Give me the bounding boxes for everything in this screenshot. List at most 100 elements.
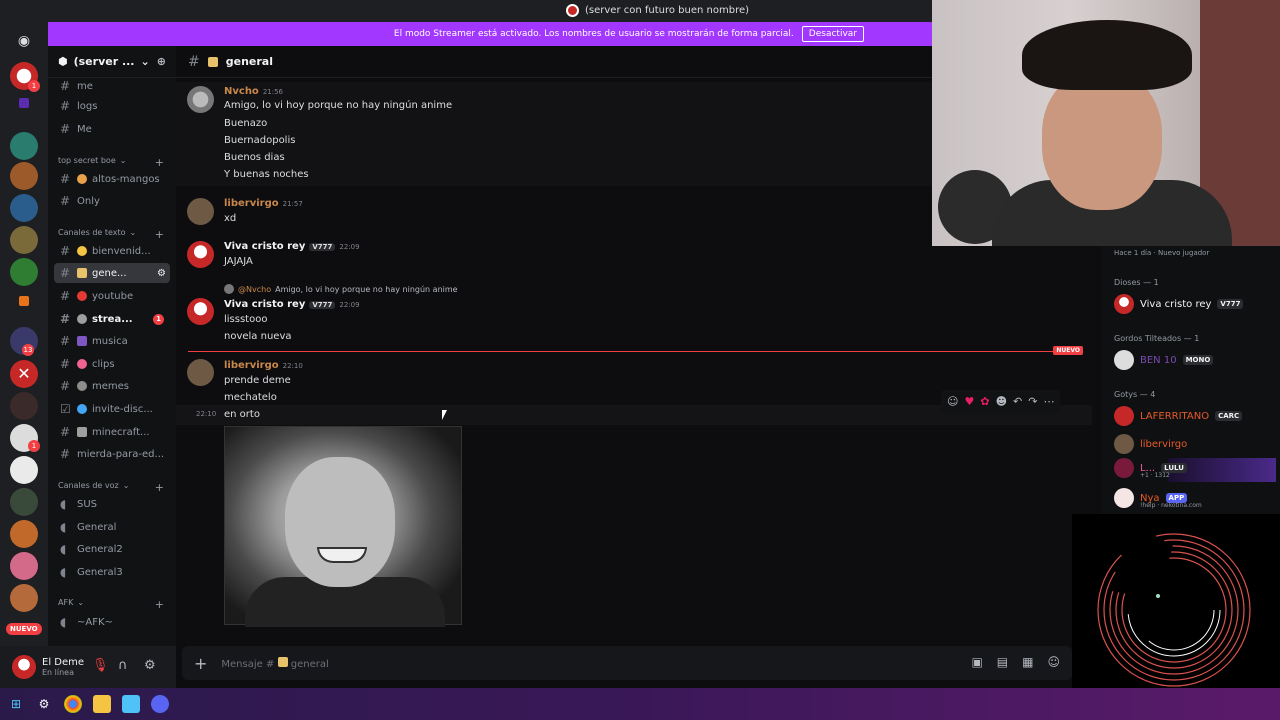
more-icon[interactable]: ⋯ bbox=[1043, 395, 1054, 408]
add-reaction-icon[interactable]: ☻ bbox=[996, 395, 1007, 408]
reply-preview[interactable]: @Nvcho Amigo, lo vi hoy porque no hay nin… bbox=[224, 284, 458, 294]
deactivate-button[interactable]: Desactivar bbox=[801, 26, 864, 42]
server-icon[interactable] bbox=[10, 132, 38, 160]
server-icon[interactable] bbox=[10, 226, 38, 254]
reaction-laugh-icon[interactable]: ☺ bbox=[947, 395, 958, 408]
server-icon[interactable] bbox=[10, 584, 38, 612]
channel-bienvenida[interactable]: # bienvenid... bbox=[54, 241, 170, 261]
voice-general3[interactable]: ◖ General3 bbox=[54, 562, 170, 582]
channel-only[interactable]: # Only bbox=[54, 191, 170, 211]
folder-icon[interactable] bbox=[93, 695, 111, 713]
server-icon[interactable] bbox=[10, 456, 38, 484]
user-info[interactable]: El Deme En línea bbox=[42, 657, 84, 677]
server-icon[interactable] bbox=[10, 488, 38, 516]
gear-icon[interactable]: ⚙ bbox=[157, 268, 166, 279]
server-icon[interactable] bbox=[10, 392, 38, 420]
server-icon[interactable] bbox=[10, 552, 38, 580]
server-icon[interactable] bbox=[10, 258, 38, 286]
nuevo-badge[interactable]: NUEVO bbox=[6, 623, 42, 635]
voice-general2[interactable]: ◖ General2 bbox=[54, 539, 170, 559]
avatar[interactable] bbox=[187, 298, 214, 325]
webcam-person-face bbox=[1042, 70, 1162, 210]
member-item[interactable]: libervirgo bbox=[1114, 434, 1187, 454]
author-name[interactable]: Viva cristo rey bbox=[224, 299, 305, 310]
member-item[interactable]: Viva cristo rey V777 bbox=[1114, 294, 1244, 314]
timestamp: 22:09 bbox=[339, 242, 360, 251]
reaction-heart-icon[interactable]: ♥ bbox=[964, 395, 974, 408]
gif-icon[interactable]: ▤ bbox=[997, 655, 1008, 669]
user-status: En línea bbox=[42, 668, 75, 677]
mute-icon[interactable]: 🎙 bbox=[92, 658, 109, 673]
avatar[interactable] bbox=[187, 241, 214, 268]
gift-icon[interactable]: ▣ bbox=[971, 655, 982, 669]
category-afk[interactable]: AFK ⌄ + bbox=[58, 598, 164, 611]
voice-sus[interactable]: ◖ SUS bbox=[54, 494, 170, 514]
forward-icon[interactable]: ↷ bbox=[1028, 395, 1037, 408]
add-user-icon[interactable]: ⊕ bbox=[157, 55, 166, 68]
server-header[interactable]: ⬢ (server ... ⌄ ⊕ bbox=[48, 46, 176, 78]
author-name[interactable]: libervirgo bbox=[224, 360, 279, 371]
category-text[interactable]: Canales de texto ⌄ + bbox=[58, 228, 164, 241]
plus-icon[interactable]: + bbox=[155, 228, 164, 241]
author-name[interactable]: Nvcho bbox=[224, 86, 259, 97]
plus-icon[interactable]: + bbox=[155, 481, 164, 494]
hint-badge: Nuevo jugador bbox=[1157, 249, 1210, 257]
channel-general[interactable]: # gene... ⚙ bbox=[54, 263, 170, 283]
member-group-header: Dioses — 1 bbox=[1114, 278, 1159, 287]
member-item[interactable]: Nya APP !help · nekotina.com bbox=[1114, 488, 1202, 509]
folder-icon[interactable] bbox=[19, 296, 29, 306]
chrome-icon[interactable] bbox=[64, 695, 82, 713]
channel-memes[interactable]: # memes bbox=[54, 376, 170, 396]
discord-icon[interactable] bbox=[151, 695, 169, 713]
channel-logs[interactable]: # logs bbox=[54, 96, 170, 116]
close-icon[interactable]: ✕ bbox=[10, 360, 38, 388]
message-composer[interactable]: + Mensaje # general ▣ ▤ ▦ ☺ bbox=[182, 646, 1072, 680]
sticker-icon[interactable]: ▦ bbox=[1022, 655, 1033, 669]
plus-icon[interactable]: + bbox=[155, 156, 164, 169]
voice-general[interactable]: ◖ General bbox=[54, 517, 170, 537]
reply-icon[interactable]: ↶ bbox=[1013, 395, 1022, 408]
plus-icon[interactable]: + bbox=[155, 598, 164, 611]
notepad-icon[interactable] bbox=[122, 695, 140, 713]
scroll-icon bbox=[207, 56, 218, 67]
emoji-icon[interactable]: ☺ bbox=[1047, 655, 1060, 669]
channel-clips[interactable]: # clips bbox=[54, 354, 170, 374]
channel-me[interactable]: # me bbox=[54, 76, 170, 96]
reaction-emoji-icon[interactable]: ✿ bbox=[980, 395, 989, 408]
server-icon[interactable] bbox=[10, 194, 38, 222]
member-item[interactable]: BEN 10 MONO bbox=[1114, 350, 1214, 370]
channel-invite[interactable]: ☑ invite-disc... bbox=[54, 399, 170, 419]
member-item[interactable]: LAFERRITANO CARC bbox=[1114, 406, 1243, 426]
gif-attachment[interactable] bbox=[224, 426, 462, 627]
windows-icon[interactable]: ⊞ bbox=[7, 695, 25, 713]
composer-placeholder[interactable]: Mensaje # general bbox=[221, 656, 329, 670]
channel-stream[interactable]: # strea... 1 bbox=[54, 309, 170, 329]
gear-icon[interactable]: ⚙ bbox=[144, 658, 156, 673]
server-icon[interactable] bbox=[10, 520, 38, 548]
plus-icon[interactable]: + bbox=[194, 654, 207, 673]
hash-icon: # bbox=[60, 266, 71, 280]
voice-afk[interactable]: ◖ ~AFK~ bbox=[54, 612, 170, 632]
avatar[interactable] bbox=[12, 655, 36, 679]
member-item[interactable]: L... LULU +1 · 1312 bbox=[1114, 458, 1187, 479]
author-name[interactable]: Viva cristo rey bbox=[224, 241, 305, 252]
author-name[interactable]: libervirgo bbox=[224, 198, 279, 209]
headphones-icon[interactable]: ∩ bbox=[118, 658, 128, 673]
channel-Me[interactable]: # Me bbox=[54, 119, 170, 139]
category-secret[interactable]: top secret boe ⌄ + bbox=[58, 156, 164, 169]
server-icon[interactable] bbox=[10, 162, 38, 190]
sun-icon bbox=[77, 246, 87, 256]
avatar[interactable] bbox=[187, 359, 214, 386]
avatar[interactable] bbox=[187, 86, 214, 113]
settings-icon[interactable]: ⚙ bbox=[35, 695, 53, 713]
category-voice[interactable]: Canales de voz ⌄ + bbox=[58, 481, 164, 494]
channel-youtube[interactable]: # youtube bbox=[54, 286, 170, 306]
placeholder-channel: general bbox=[290, 658, 329, 670]
discord-home-icon[interactable]: ◉ bbox=[10, 27, 38, 55]
avatar[interactable] bbox=[187, 198, 214, 225]
channel-musica[interactable]: # musica bbox=[54, 331, 170, 351]
channel-mierda[interactable]: # mierda-para-ed... bbox=[54, 444, 170, 464]
channel-minecraft[interactable]: # minecraft... bbox=[54, 422, 170, 442]
folder-icon[interactable] bbox=[19, 98, 29, 108]
channel-altos-mangos[interactable]: # altos-mangos bbox=[54, 169, 170, 189]
